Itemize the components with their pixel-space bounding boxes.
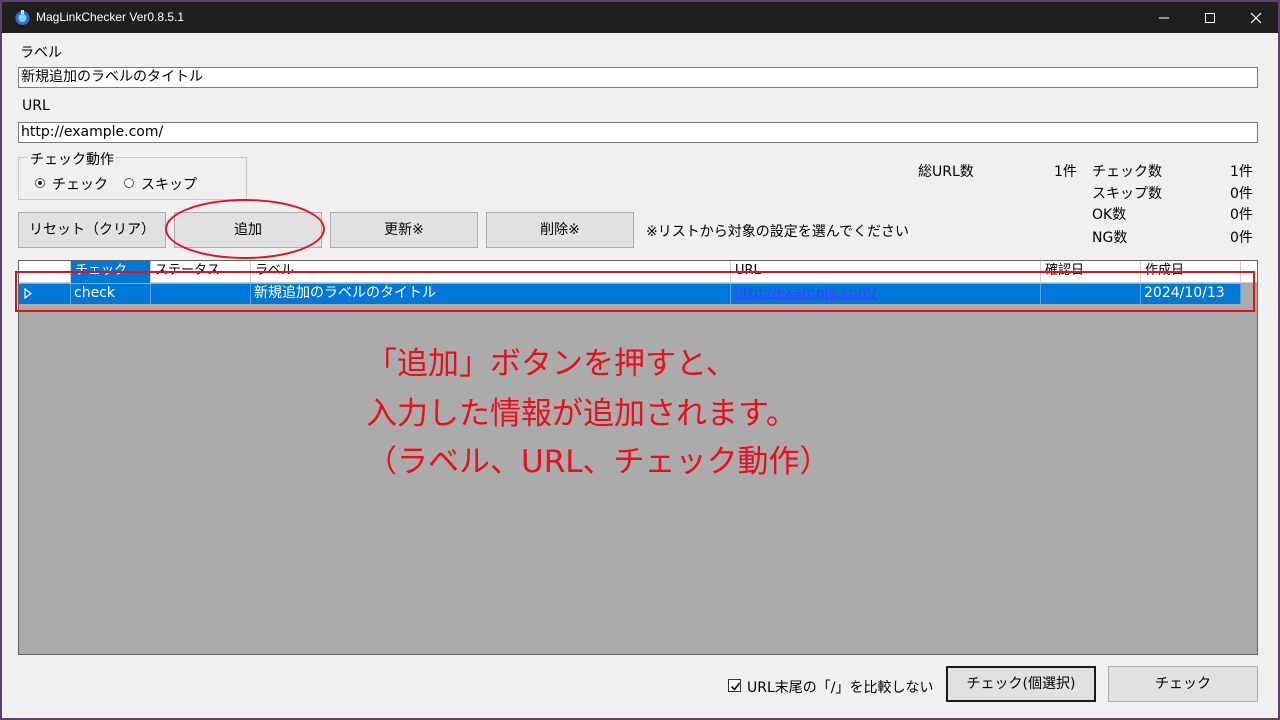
app-window: MagLinkChecker Ver0.8.5.1 ラベル 新規追加のラベルのタ… <box>2 2 1278 718</box>
ng-count-value: 0件 <box>1230 230 1253 246</box>
url-caption: URL <box>22 98 50 114</box>
skip-count-value: 0件 <box>1230 186 1253 202</box>
annotation-line-2: 入力した情報が追加されます。 <box>366 396 797 432</box>
annotation-line-3: （ラベル、URL、チェック動作） <box>366 444 831 480</box>
maximize-button[interactable] <box>1187 2 1233 33</box>
radio-skip-label: スキップ <box>141 177 197 193</box>
close-icon <box>1250 12 1262 24</box>
ignore-slash-label: URL末尾の「/」を比較しない <box>747 680 934 696</box>
reset-button[interactable]: リセット（クリア） <box>18 212 166 248</box>
ng-count-label: NG数 <box>1092 230 1128 246</box>
label-input[interactable]: 新規追加のラベルのタイトル <box>18 67 1258 88</box>
ignore-slash-checkbox[interactable] <box>728 679 741 692</box>
ok-count-value: 0件 <box>1230 207 1253 223</box>
radio-skip-dot <box>124 178 134 188</box>
total-url-value: 1件 <box>1054 164 1077 180</box>
update-button[interactable]: 更新※ <box>330 212 478 248</box>
annotation-row-highlight <box>15 271 1255 312</box>
check-count-value: 1件 <box>1230 164 1253 180</box>
annotation-line-1: 「追加」ボタンを押すと、 <box>366 346 737 382</box>
checkmark-icon <box>730 682 741 691</box>
window-title: MagLinkChecker Ver0.8.5.1 <box>36 10 185 24</box>
close-button[interactable] <box>1233 2 1278 33</box>
selection-hint: ※リストから対象の設定を選んでください <box>646 224 910 240</box>
maximize-icon <box>1205 13 1215 23</box>
ok-count-label: OK数 <box>1092 207 1127 223</box>
title-bar[interactable]: MagLinkChecker Ver0.8.5.1 <box>2 2 1278 33</box>
check-selected-button[interactable]: チェック(個選択) <box>946 666 1096 702</box>
app-logo-icon <box>15 10 30 25</box>
minimize-button[interactable] <box>1141 2 1187 33</box>
skip-count-label: スキップ数 <box>1092 186 1162 202</box>
total-url-label: 総URL数 <box>918 164 974 180</box>
check-button[interactable]: チェック <box>1108 666 1258 702</box>
radio-check-label: チェック <box>52 177 108 193</box>
label-caption: ラベル <box>20 45 62 61</box>
url-input[interactable]: http://example.com/ <box>18 122 1258 143</box>
delete-button[interactable]: 削除※ <box>486 212 634 248</box>
radio-check-dot <box>35 178 45 188</box>
minimize-icon <box>1159 17 1169 19</box>
annotation-ellipse <box>165 199 325 259</box>
check-count-label: チェック数 <box>1092 164 1162 180</box>
check-action-title: チェック動作 <box>28 149 116 169</box>
